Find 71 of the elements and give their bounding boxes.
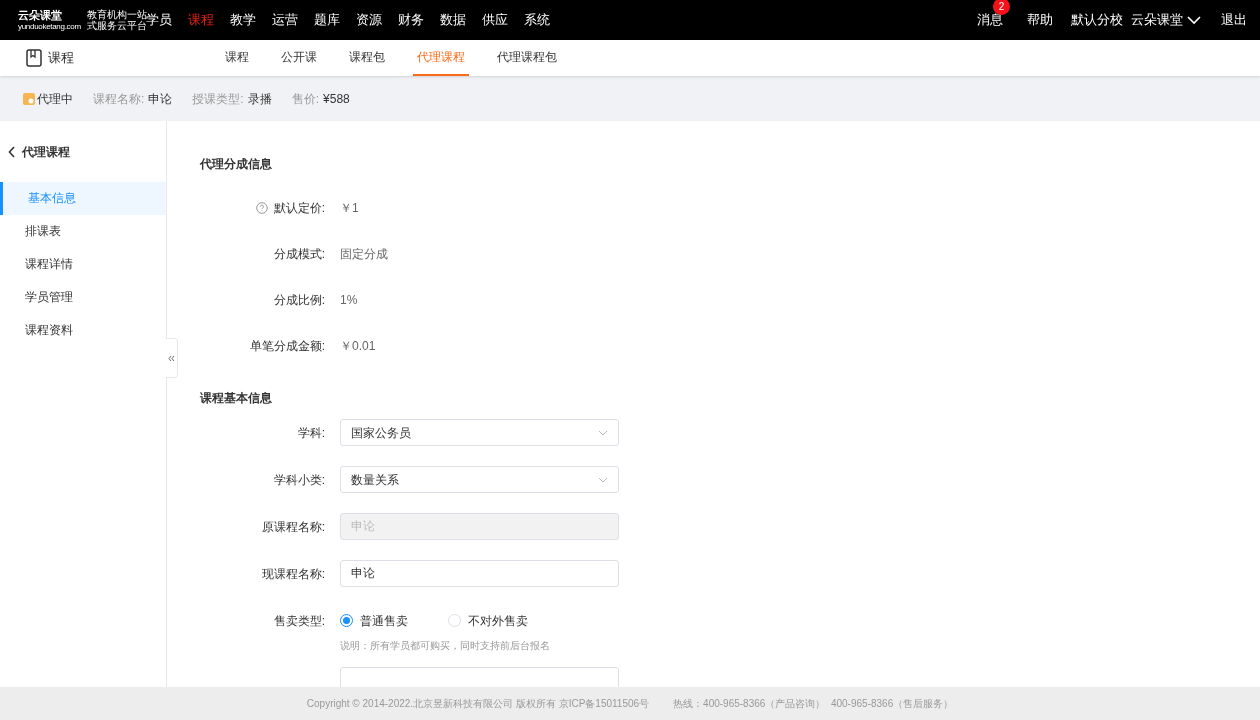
nav-link[interactable]: 课程: [188, 10, 214, 30]
chevron-down-icon: [598, 429, 608, 436]
form-label: 默认定价:: [273, 200, 325, 217]
school-link[interactable]: 默认分校: [1071, 10, 1123, 30]
nav-link[interactable]: 题库: [314, 10, 340, 30]
select-field[interactable]: 数量关系: [340, 466, 619, 493]
radio-option[interactable]: 普通售卖: [340, 611, 408, 630]
collapse-handle[interactable]: [166, 338, 178, 378]
form-label: 售卖类型:: [273, 612, 325, 630]
tag-icon: [23, 92, 35, 105]
logo-text: 云朵课堂: [18, 9, 62, 22]
help-link[interactable]: 帮助: [1027, 10, 1053, 30]
sidebar-item[interactable]: 学员管理: [0, 281, 166, 314]
nav-link[interactable]: 系统: [524, 10, 550, 30]
field-label: 售价:: [291, 90, 320, 108]
tab[interactable]: 课程: [221, 40, 253, 76]
sidebar-item[interactable]: 排课表: [0, 215, 166, 248]
logo-tagline: 教育机构一站: [86, 9, 147, 20]
chevron-down-icon: [598, 476, 608, 483]
field-value: 申论: [148, 90, 173, 108]
field-label: 授课类型:: [192, 90, 244, 108]
field-value: ¥588: [323, 90, 350, 108]
nav-link[interactable]: 运营: [272, 10, 298, 30]
form-label: 单笔分成金额:: [249, 338, 325, 355]
logo-tagline: 式服务云平台: [86, 20, 147, 31]
form-value: ￥1: [340, 200, 359, 217]
help-note: 说明：所有学员都可购买，同时支持前后台报名: [340, 639, 550, 653]
input-field[interactable]: 申论: [340, 560, 619, 587]
form-label: 学科:: [297, 424, 325, 442]
logout-link[interactable]: 退出: [1221, 10, 1247, 30]
form-label: 分成比例:: [273, 292, 325, 309]
form-value: 固定分成: [340, 246, 388, 263]
tab[interactable]: 公开课: [277, 40, 321, 76]
user-menu[interactable]: 云朵课堂: [1131, 10, 1201, 30]
tab[interactable]: 代理课程包: [493, 40, 561, 76]
tab[interactable]: 课程包: [345, 40, 389, 76]
sidebar-item[interactable]: 课程详情: [0, 248, 166, 281]
field-value: 录播: [247, 90, 272, 108]
back-link[interactable]: 代理课程: [8, 143, 166, 161]
section-heading: 课程基本信息: [200, 390, 273, 407]
radio-label: 不对外售卖: [468, 612, 528, 630]
section-title: 课程: [48, 49, 74, 68]
chevron-left-icon: [8, 146, 16, 158]
section-heading: 代理分成信息: [200, 156, 273, 173]
notebook-icon: [26, 49, 42, 67]
user-name: 云朵课堂: [1131, 11, 1183, 30]
nav-link[interactable]: 数据: [440, 10, 466, 30]
logo-url: yunduoketang.com: [18, 22, 81, 31]
help-icon: [255, 202, 268, 214]
nav-link[interactable]: 教学: [230, 10, 256, 30]
form-value: ￥0.01: [340, 338, 376, 355]
field-label: 课程名称:: [93, 90, 145, 108]
hotline-text: 热线：400-965-8366（产品咨询） 400-965-8366（售后服务）: [673, 697, 954, 711]
chevron-down-icon: [1187, 15, 1201, 25]
form-label: 原课程名称:: [261, 518, 325, 536]
select-field[interactable]: 国家公务员: [340, 419, 619, 446]
form-value: 1%: [340, 292, 358, 309]
radio-label: 普通售卖: [360, 612, 408, 630]
nav-link[interactable]: 资源: [356, 10, 382, 30]
status-label: 代理中: [37, 90, 73, 108]
form-label: 现课程名称:: [261, 565, 325, 583]
form-label: 分成模式:: [273, 246, 325, 263]
copyright-text: Copyright © 2014-2022.北京昱新科技有限公司 版权所有 京ICP备15011506号: [306, 697, 650, 711]
radio-option[interactable]: 不对外售卖: [448, 611, 528, 630]
form-label: 学科小类:: [273, 471, 325, 489]
sidebar-item[interactable]: 课程资料: [0, 314, 166, 347]
nav-link[interactable]: 学员: [146, 10, 172, 30]
double-chevron-left-icon: [168, 354, 175, 362]
nav-link[interactable]: 财务: [398, 10, 424, 30]
nav-link[interactable]: 供应: [482, 10, 508, 30]
back-label: 代理课程: [22, 144, 70, 161]
